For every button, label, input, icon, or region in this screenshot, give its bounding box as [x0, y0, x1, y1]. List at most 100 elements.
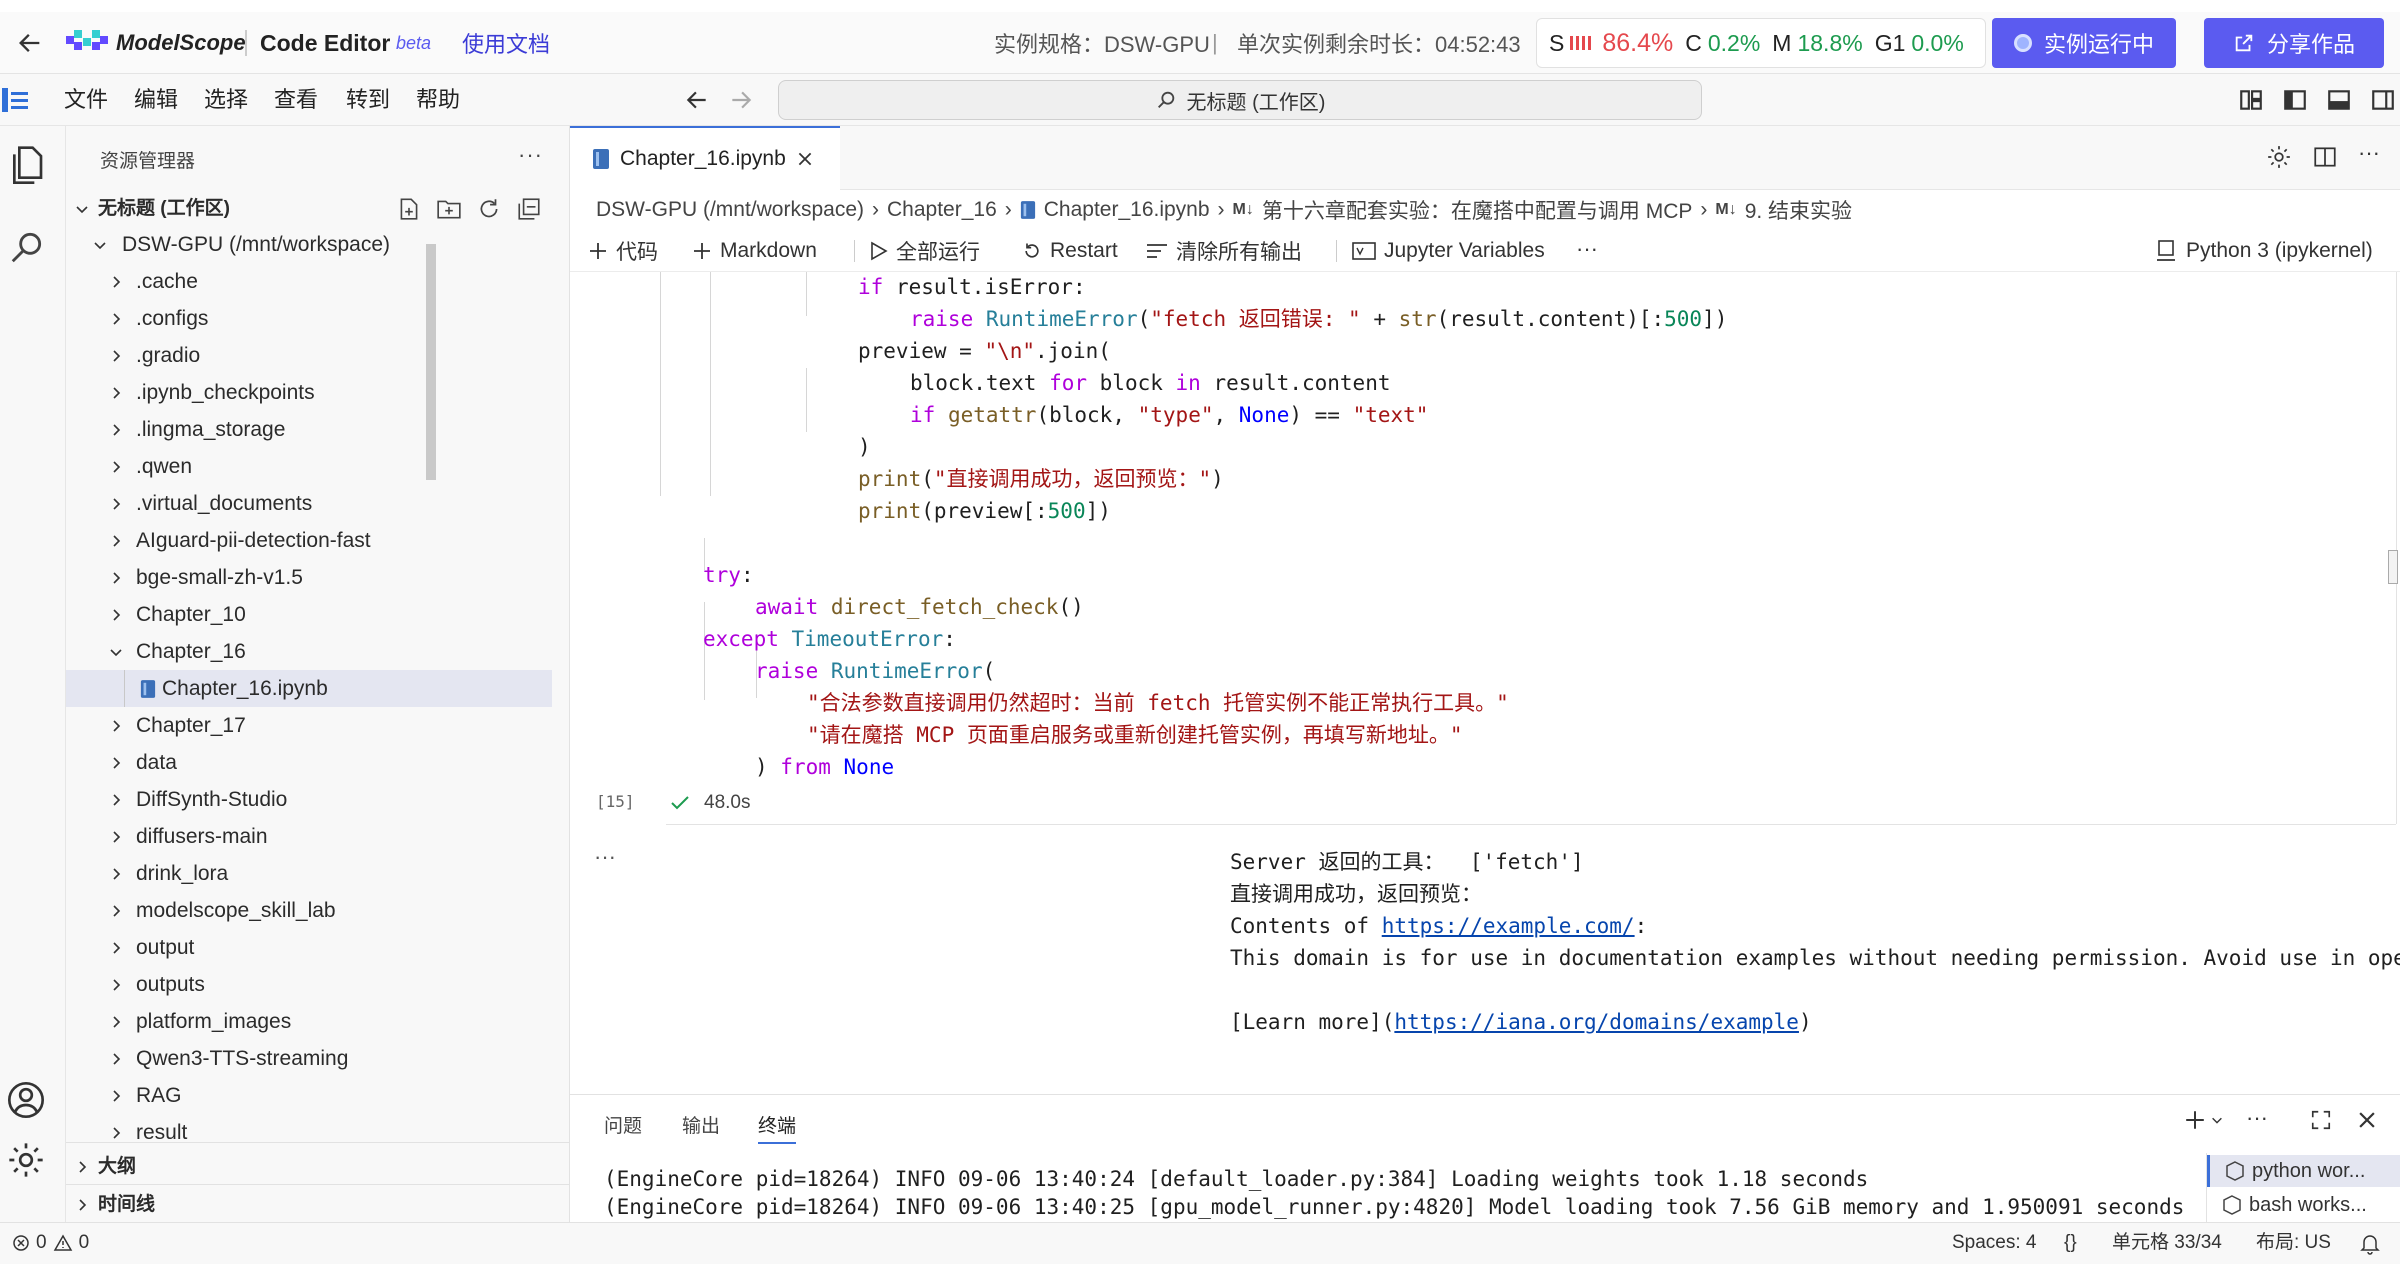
tree-folder-item[interactable]: Qwen3-TTS-streaming [66, 1040, 552, 1077]
panel-tab-problems[interactable]: 问题 [604, 1111, 642, 1138]
breadcrumb-root[interactable]: DSW-GPU (/mnt/workspace) [596, 198, 864, 222]
share-button[interactable]: 分享作品 [2204, 18, 2384, 68]
tree-folder-item[interactable]: Chapter_17 [66, 707, 552, 744]
tree-folder-item[interactable]: diffusers-main [66, 818, 552, 855]
maximize-panel-button[interactable] [2310, 1109, 2332, 1131]
timeline-section[interactable]: 时间线 [66, 1186, 552, 1222]
tree-folder-item[interactable]: modelscope_skill_lab [66, 892, 552, 929]
notifications-button[interactable] [2360, 1233, 2380, 1255]
new-terminal-button[interactable] [2184, 1109, 2224, 1131]
back-button[interactable] [16, 12, 44, 74]
tree-folder-item[interactable]: platform_images [66, 1003, 552, 1040]
close-panel-button[interactable] [2356, 1109, 2378, 1131]
terminal-tab-python[interactable]: python wor... [2207, 1155, 2400, 1187]
tree-folder-item[interactable]: .lingma_storage [66, 411, 552, 448]
modelscope-logo[interactable]: ModelScope [66, 12, 246, 74]
menu-help[interactable]: 帮助 [416, 74, 460, 126]
workspace-header[interactable]: 无标题 (工作区) [66, 190, 552, 227]
tree-folder-item[interactable]: outputs [66, 966, 552, 1003]
breadcrumb-subsection[interactable]: 9. 结束实验 [1745, 195, 1852, 225]
tree-folder-item[interactable]: .cache [66, 263, 552, 300]
output-menu-button[interactable]: ··· [594, 844, 616, 870]
collapse-folders-button[interactable] [516, 196, 542, 222]
toggle-sidebar-button[interactable] [2282, 87, 2308, 113]
menu-edit[interactable]: 编辑 [134, 74, 178, 126]
refresh-explorer-button[interactable] [476, 196, 502, 222]
chevron-down-icon [76, 206, 88, 214]
docs-link[interactable]: 使用文档 [462, 12, 550, 74]
tree-folder-item[interactable]: AIguard-pii-detection-fast [66, 522, 552, 559]
search-activity-button[interactable] [8, 228, 46, 266]
menu-view[interactable]: 查看 [274, 74, 318, 126]
close-icon[interactable] [796, 150, 814, 168]
explorer-more-button[interactable]: ··· [518, 142, 543, 168]
nav-forward-button[interactable] [728, 87, 754, 113]
notebook-settings-button[interactable] [2266, 144, 2292, 170]
breadcrumb-folder[interactable]: Chapter_16 [887, 198, 997, 222]
nav-back-button[interactable] [684, 87, 710, 113]
clear-outputs-button[interactable]: 清除所有输出 [1146, 230, 1302, 272]
tree-folder-item[interactable]: bge-small-zh-v1.5 [66, 559, 552, 596]
example-link[interactable]: https://example.com/ [1382, 914, 1635, 938]
sidebar-scrollbar[interactable] [426, 244, 436, 480]
tree-folder-item[interactable]: .configs [66, 300, 552, 337]
instance-running-button[interactable]: 实例运行中 [1992, 18, 2176, 68]
restart-button[interactable]: Restart [1022, 230, 1118, 272]
indentation-status[interactable]: Spaces: 4 [1952, 1223, 2037, 1263]
code-line: preview = "\n".join( [858, 339, 1111, 363]
tree-folder-item[interactable]: RAG [66, 1077, 552, 1114]
tree-folder-item[interactable]: drink_lora [66, 855, 552, 892]
tree-folder-item[interactable]: result [66, 1114, 552, 1151]
tree-folder-item[interactable]: Chapter_10 [66, 596, 552, 633]
tree-folder-item[interactable]: output [66, 929, 552, 966]
breadcrumb-section[interactable]: 第十六章配套实验：在魔搭中配置与调用 MCP [1262, 195, 1693, 225]
cell-position-status[interactable]: 单元格 33/34 [2112, 1223, 2222, 1263]
jupyter-variables-button[interactable]: Jupyter Variables [1352, 230, 1545, 272]
tree-folder-item[interactable]: data [66, 744, 552, 781]
terminal-tab-bash[interactable]: bash works... [2207, 1189, 2400, 1221]
toggle-secondary-sidebar-button[interactable] [2370, 87, 2396, 113]
tree-folder-item[interactable]: .qwen [66, 448, 552, 485]
tree-folder-item[interactable]: DiffSynth-Studio [66, 781, 552, 818]
panel-bottom-icon [2328, 90, 2350, 110]
toggle-panel-button[interactable] [2326, 87, 2352, 113]
editor-more-button[interactable]: ··· [2358, 140, 2380, 166]
accounts-button[interactable] [6, 1080, 46, 1120]
menu-go[interactable]: 转到 [346, 74, 390, 126]
new-folder-button[interactable] [436, 196, 462, 222]
tree-folder-item[interactable]: .virtual_documents [66, 485, 552, 522]
new-file-button[interactable] [396, 196, 422, 222]
iana-link[interactable]: https://iana.org/domains/example [1394, 1010, 1799, 1034]
kernel-picker[interactable]: Python 3 (ipykernel) [2156, 230, 2373, 272]
run-all-button[interactable]: 全部运行 [870, 230, 980, 272]
customize-layout-button[interactable] [2238, 87, 2264, 113]
panel-tab-output[interactable]: 输出 [682, 1111, 720, 1138]
keyboard-layout-status[interactable]: 布局: US [2256, 1223, 2331, 1263]
root-folder[interactable]: DSW-GPU (/mnt/workspace) [66, 226, 552, 263]
tab-chapter16[interactable]: Chapter_16.ipynb [570, 126, 840, 190]
chevron-right-icon [79, 1161, 87, 1173]
panel-tab-terminal[interactable]: 终端 [758, 1111, 797, 1144]
tree-folder-item[interactable]: .ipynb_checkpoints [66, 374, 552, 411]
menu-file[interactable]: 文件 [64, 74, 108, 126]
menu-selection[interactable]: 选择 [204, 74, 248, 126]
problems-status[interactable]: 0 0 [12, 1223, 89, 1263]
tree-folder-item[interactable]: .gradio [66, 337, 552, 374]
panel-more-button[interactable]: ··· [2246, 1105, 2268, 1131]
add-markdown-cell-button[interactable]: Markdown [692, 230, 817, 272]
explorer-activity-button[interactable] [6, 144, 46, 188]
split-editor-button[interactable] [2312, 144, 2338, 170]
add-code-cell-button[interactable]: 代码 [588, 230, 658, 272]
chevron-right-icon: › [1217, 198, 1225, 221]
command-center[interactable]: 无标题 (工作区) [778, 80, 1702, 120]
chevron-right-icon [113, 313, 121, 325]
breadcrumb-file[interactable]: Chapter_16.ipynb [1044, 198, 1210, 222]
tree-file-item[interactable]: Chapter_16.ipynb [66, 670, 552, 707]
tree-folder-item[interactable]: Chapter_16 [66, 633, 552, 670]
manage-button[interactable] [6, 1140, 46, 1180]
outline-section[interactable]: 大纲 [66, 1148, 552, 1185]
editor-scrollbar[interactable] [2388, 550, 2398, 584]
language-braces-status[interactable]: {} [2064, 1223, 2077, 1263]
chevron-right-icon [113, 831, 121, 843]
toolbar-more-button[interactable]: ··· [1576, 236, 1598, 262]
